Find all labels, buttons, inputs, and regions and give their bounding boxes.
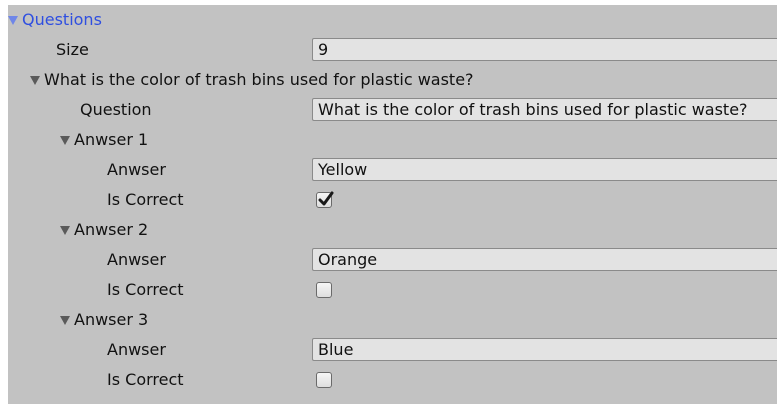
anwser-3-input[interactable]: Blue bbox=[312, 338, 777, 361]
anwser-3-label: Anwser 3 bbox=[74, 310, 149, 329]
anwser-1-foldout[interactable]: Anwser 1 bbox=[60, 125, 148, 155]
anwser-3-correct-row: Is Correct bbox=[8, 365, 777, 395]
is-correct-label: Is Correct bbox=[107, 370, 184, 389]
questions-label: Questions bbox=[22, 10, 102, 29]
expand-arrow-icon[interactable] bbox=[60, 226, 70, 235]
size-input[interactable]: 9 bbox=[312, 38, 777, 61]
expand-arrow-icon[interactable] bbox=[30, 76, 40, 85]
is-correct-checkbox-3[interactable] bbox=[316, 372, 332, 388]
anwser-2-text-row: Anwser Orange bbox=[8, 245, 777, 275]
anwser-label: Anwser bbox=[107, 250, 166, 269]
anwser-label: Anwser bbox=[107, 160, 166, 179]
expand-arrow-icon[interactable] bbox=[60, 316, 70, 325]
is-correct-label: Is Correct bbox=[107, 280, 184, 299]
questions-row: Questions bbox=[8, 5, 777, 35]
question-input[interactable]: What is the color of trash bins used for… bbox=[312, 98, 777, 121]
expand-arrow-icon[interactable] bbox=[8, 16, 18, 25]
is-correct-checkbox-2[interactable] bbox=[316, 282, 332, 298]
anwser-2-row: Anwser 2 bbox=[8, 215, 777, 245]
anwser-1-correct-row: Is Correct bbox=[8, 185, 777, 215]
anwser-2-input[interactable]: Orange bbox=[312, 248, 777, 271]
inspector-panel: Questions Size 9 What is the color of tr… bbox=[8, 5, 777, 404]
anwser-3-text-row: Anwser Blue bbox=[8, 335, 777, 365]
anwser-3-row: Anwser 3 bbox=[8, 305, 777, 335]
anwser-1-input[interactable]: Yellow bbox=[312, 158, 777, 181]
anwser-1-row: Anwser 1 bbox=[8, 125, 777, 155]
anwser-2-label: Anwser 2 bbox=[74, 220, 149, 239]
expand-arrow-icon[interactable] bbox=[60, 136, 70, 145]
anwser-1-text-row: Anwser Yellow bbox=[8, 155, 777, 185]
anwser-label: Anwser bbox=[107, 340, 166, 359]
is-correct-checkbox-1[interactable] bbox=[316, 191, 334, 208]
question-row: Question What is the color of trash bins… bbox=[8, 95, 777, 125]
anwser-1-label: Anwser 1 bbox=[74, 130, 149, 149]
questions-foldout[interactable]: Questions bbox=[8, 5, 102, 35]
anwser-2-correct-row: Is Correct bbox=[8, 275, 777, 305]
question-label: Question bbox=[80, 100, 152, 119]
question-element-row: What is the color of trash bins used for… bbox=[8, 65, 777, 95]
question-element-label: What is the color of trash bins used for… bbox=[44, 70, 474, 89]
anwser-3-foldout[interactable]: Anwser 3 bbox=[60, 305, 148, 335]
question-element-foldout[interactable]: What is the color of trash bins used for… bbox=[30, 65, 474, 95]
is-correct-label: Is Correct bbox=[107, 190, 184, 209]
size-row: Size 9 bbox=[8, 35, 777, 65]
checkmark-icon bbox=[318, 191, 334, 206]
anwser-2-foldout[interactable]: Anwser 2 bbox=[60, 215, 148, 245]
size-label: Size bbox=[56, 40, 89, 59]
